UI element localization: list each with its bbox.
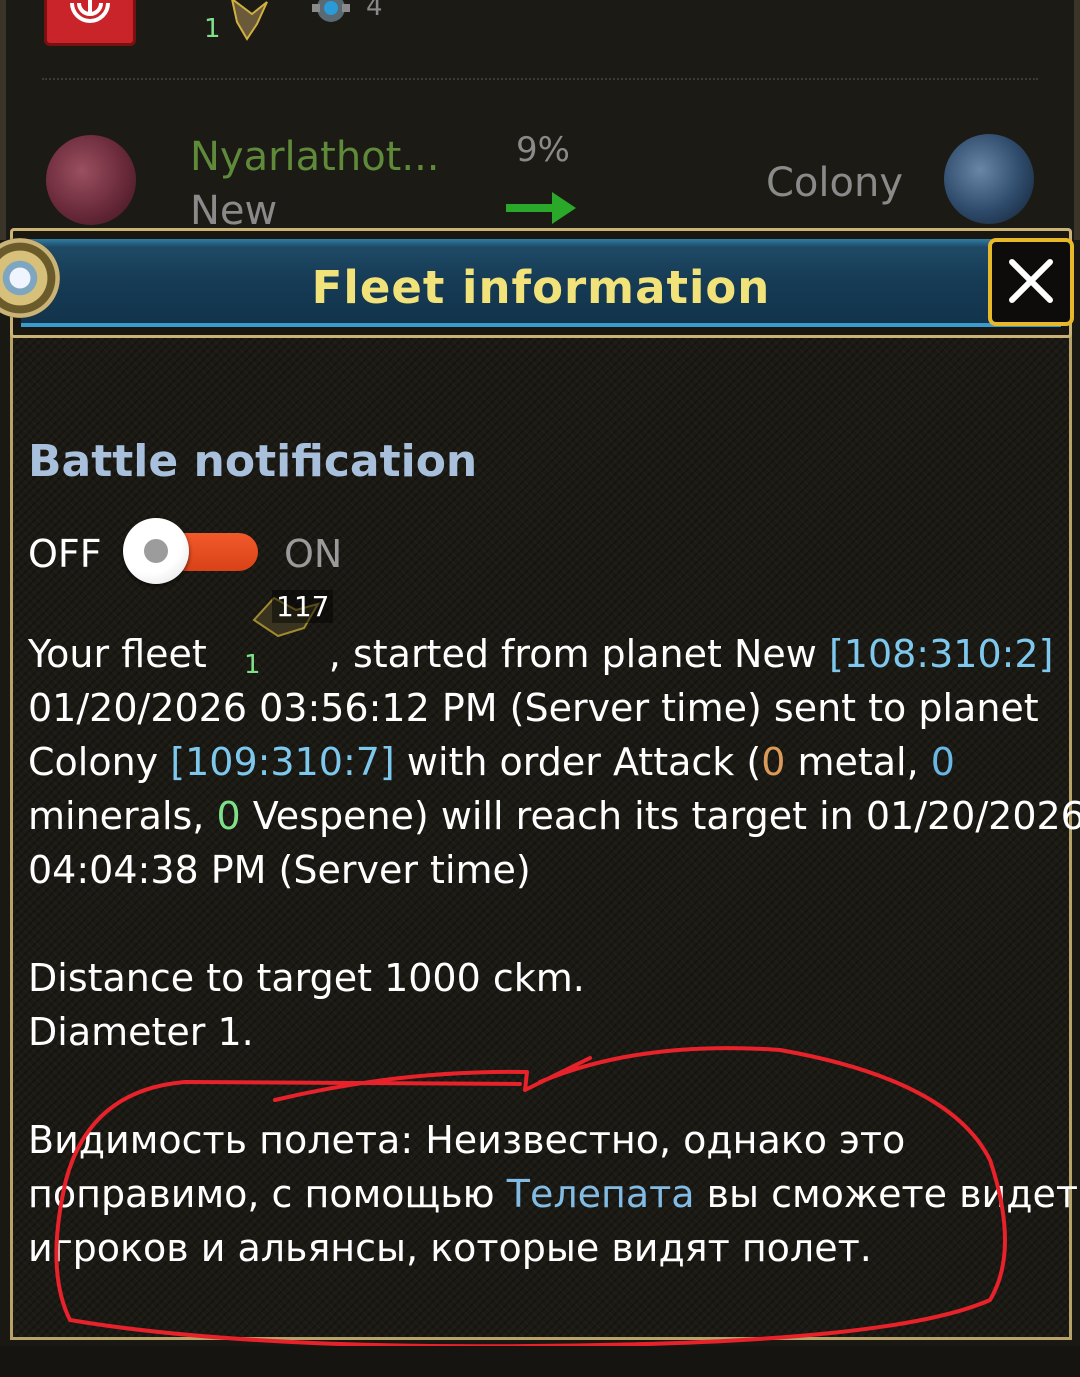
info-text: Your fleet bbox=[28, 632, 207, 676]
battle-notification-heading: Battle notification bbox=[28, 436, 478, 487]
fleet-ship-count: 117 bbox=[272, 590, 334, 623]
target-planet-icon[interactable] bbox=[944, 134, 1034, 224]
telepath-link[interactable]: Телепата bbox=[507, 1172, 695, 1216]
info-line-2: 01/20/2026 03:56:12 PM (Server time) sen… bbox=[28, 686, 1039, 730]
info-text: metal, bbox=[785, 740, 931, 784]
info-line-5: 04:04:38 PM (Server time) bbox=[28, 848, 531, 892]
distance-text: Distance to target 1000 ckm. bbox=[28, 956, 585, 1000]
probe-icon bbox=[308, 0, 354, 28]
visibility-line-3: игроков и альянсы, которые видят полет. bbox=[28, 1226, 872, 1270]
toggle-on-label: ON bbox=[284, 532, 343, 576]
dialog-title: Fleet information bbox=[311, 261, 771, 314]
close-icon bbox=[1009, 259, 1053, 303]
toggle-knob-dot bbox=[144, 539, 168, 563]
row-divider bbox=[42, 78, 1038, 80]
diameter-text: Diameter 1. bbox=[28, 1010, 254, 1054]
target-planet-name[interactable]: Colony bbox=[766, 160, 903, 206]
metal-value: 0 bbox=[761, 740, 786, 784]
info-line-3: Colony [109:310:7] with order Attack (0 … bbox=[28, 740, 955, 784]
info-text: minerals, bbox=[28, 794, 217, 838]
info-text: Colony bbox=[28, 740, 159, 784]
toggle-off-label: OFF bbox=[28, 532, 102, 576]
bottom-strip bbox=[0, 1346, 1080, 1377]
origin-coordinates-link[interactable]: [108:310:2] bbox=[829, 632, 1054, 676]
origin-planet-icon[interactable] bbox=[46, 135, 136, 225]
dialog-header: Fleet information bbox=[10, 228, 1072, 338]
alliance-emblem-icon[interactable] bbox=[44, 0, 136, 46]
info-text: with order Attack ( bbox=[406, 740, 762, 784]
info-text: Vespene) will reach its target in 01/20/… bbox=[240, 794, 1080, 838]
vespene-value: 0 bbox=[216, 794, 241, 838]
fleet-progress: 9% bbox=[516, 130, 570, 170]
ship-icon bbox=[222, 0, 272, 44]
visibility-text: вы сможете видеть bbox=[694, 1172, 1080, 1216]
target-coordinates-link[interactable]: [109:310:7] bbox=[170, 740, 395, 784]
toggle-knob[interactable] bbox=[123, 518, 189, 584]
visibility-line-2: поправимо, с помощью Телепата вы сможете… bbox=[28, 1172, 1080, 1216]
origin-planet-name[interactable]: Nyarlathot... bbox=[190, 134, 440, 180]
visibility-text: поправимо, с помощью bbox=[28, 1172, 507, 1216]
probe-count: 4 bbox=[366, 0, 383, 22]
header-bar: Fleet information bbox=[21, 239, 1061, 327]
arrow-right-icon bbox=[506, 190, 578, 226]
ship-count-left: 1 bbox=[204, 14, 221, 44]
info-line-1: Your fleet , started from planet New [108… bbox=[28, 632, 1053, 676]
visibility-line-1: Видимость полета: Неизвестно, однако это bbox=[28, 1118, 906, 1162]
close-button[interactable] bbox=[988, 238, 1074, 326]
minerals-value: 0 bbox=[930, 740, 955, 784]
info-line-4: minerals, 0 Vespene) will reach its targ… bbox=[28, 794, 1080, 838]
info-text: , started from planet New bbox=[328, 632, 817, 676]
